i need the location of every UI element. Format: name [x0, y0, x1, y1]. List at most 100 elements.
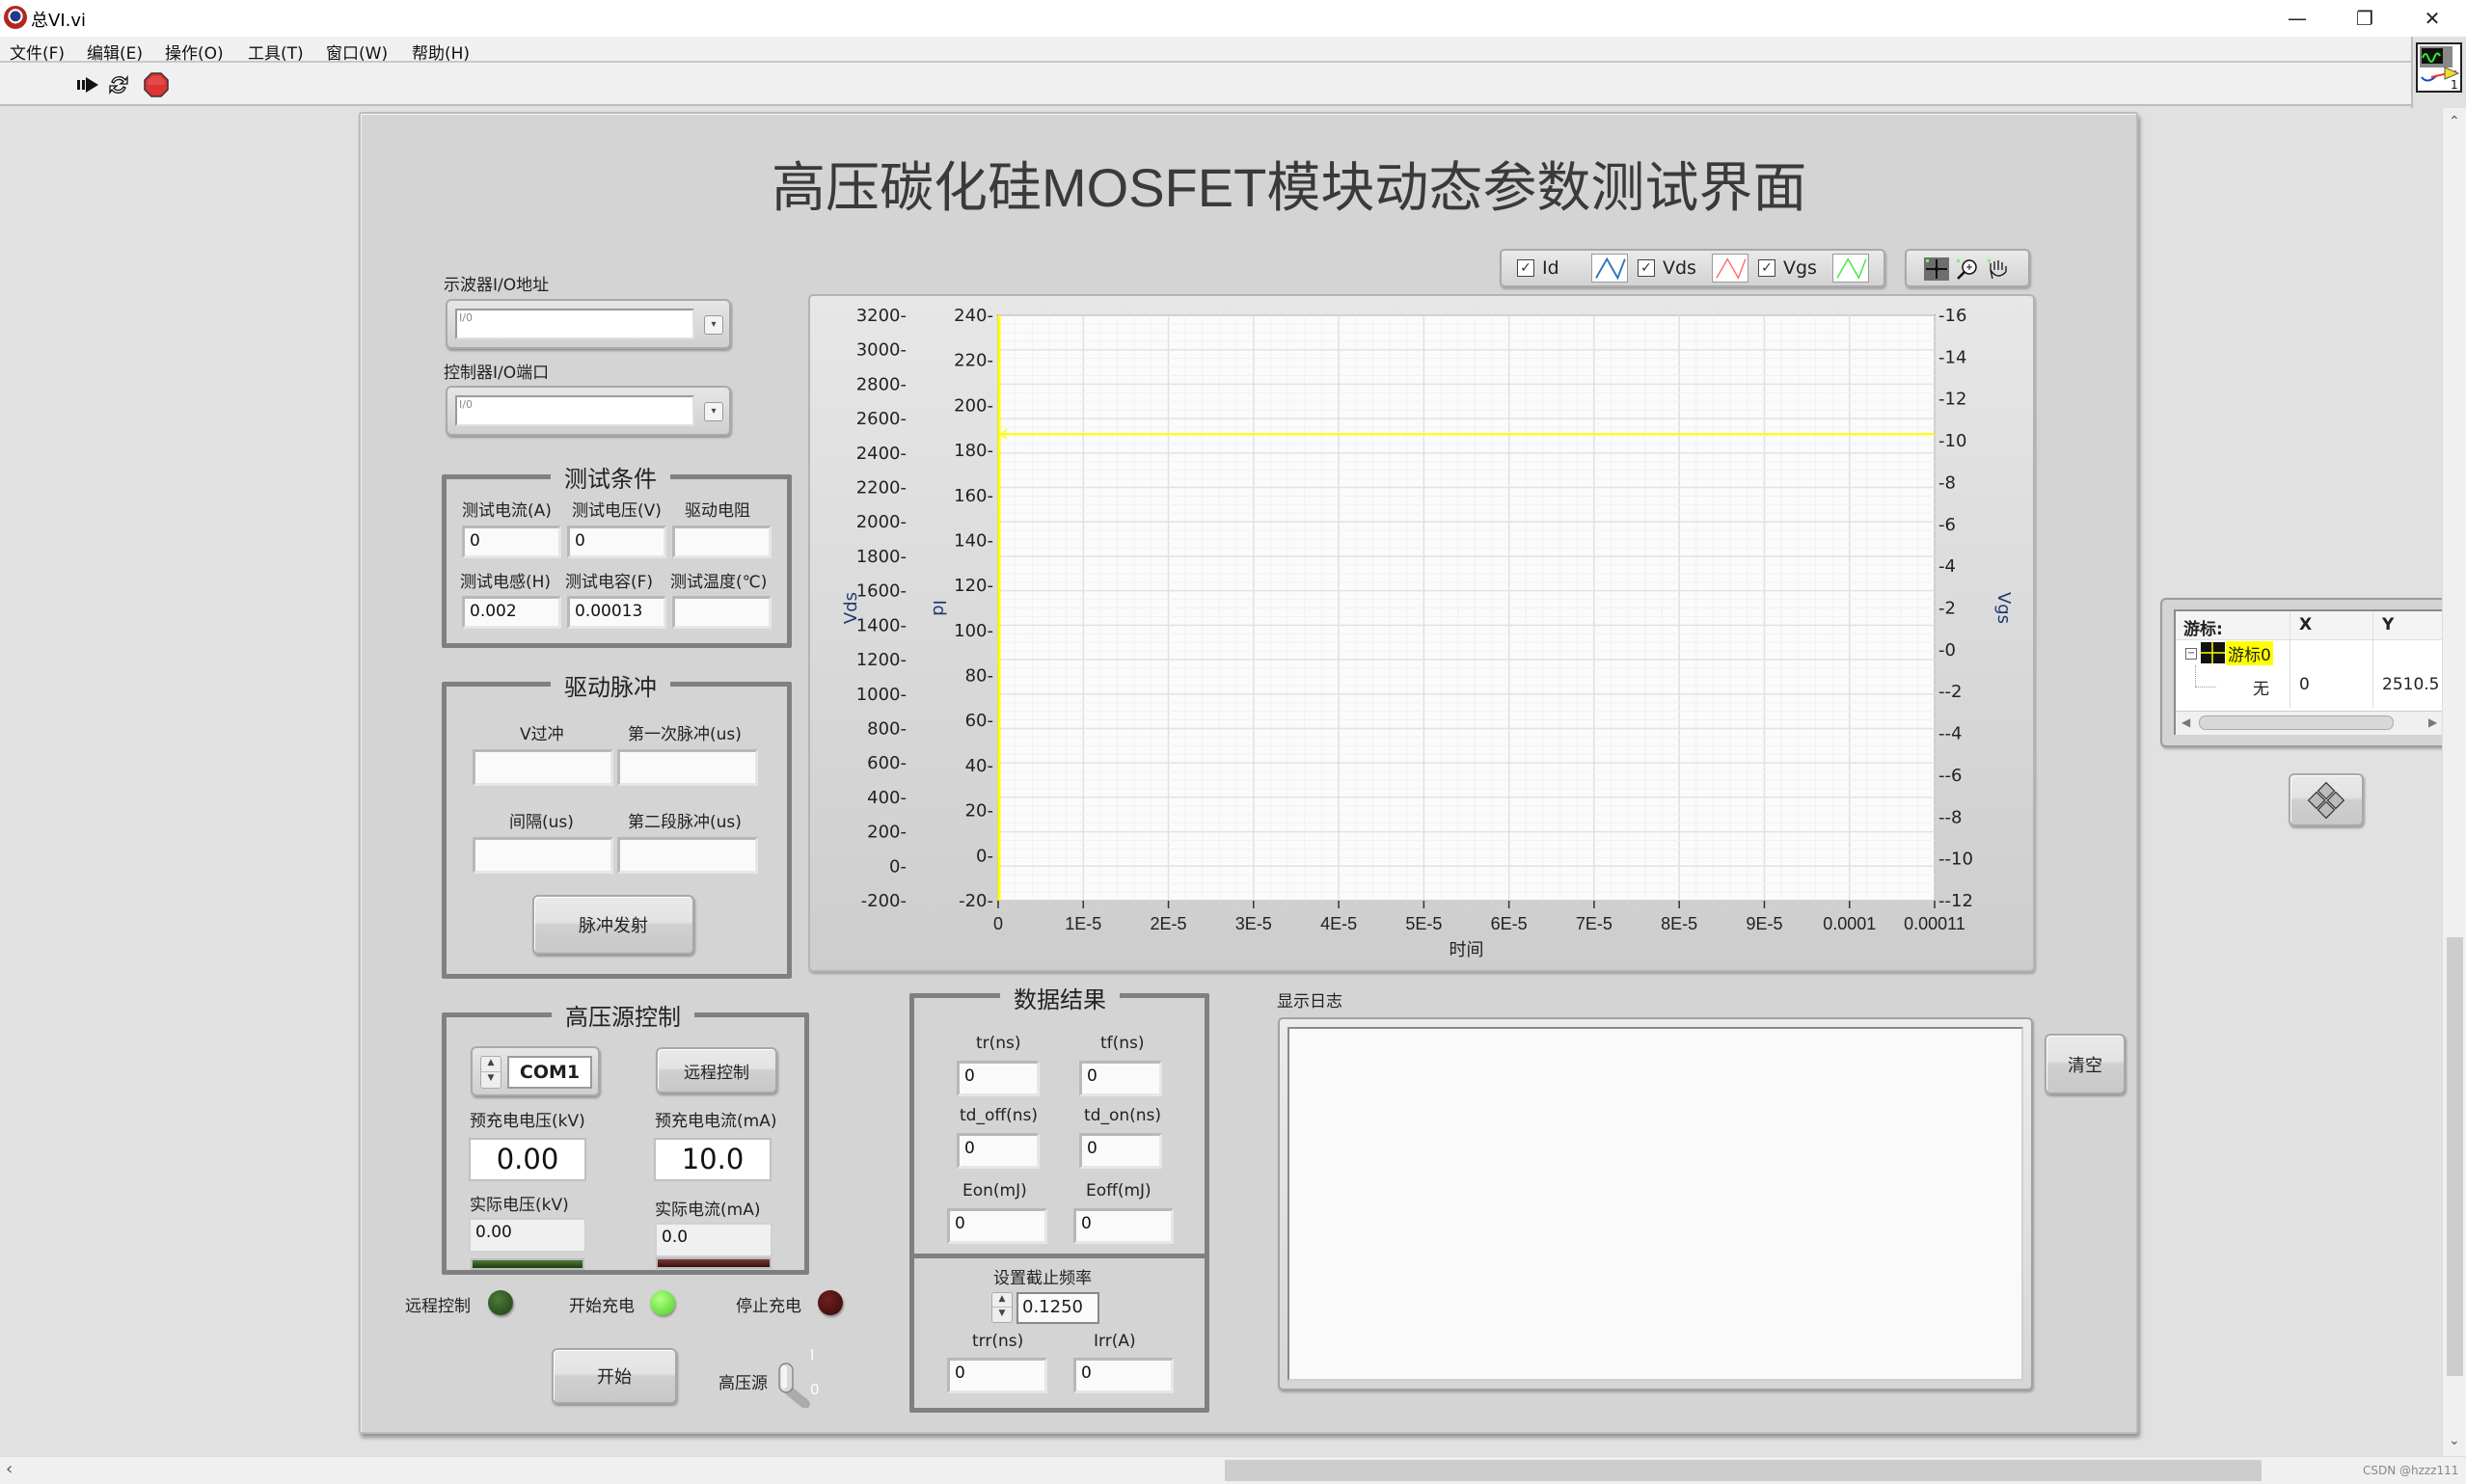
minimize-button[interactable]: — — [2263, 0, 2331, 37]
hv-source-toggle-switch[interactable] — [776, 1360, 815, 1408]
com-port-value[interactable]: COM1 — [507, 1056, 592, 1089]
waveform-graph[interactable]: 3200- 3000- 2800- 2600- 2400- 2200- 2000- 1800-… — [808, 294, 2035, 972]
collapse-tree-icon[interactable]: − — [2185, 648, 2197, 660]
vertical-scrollbar[interactable]: ⌃ ⌄ — [2442, 108, 2466, 1456]
v-overshoot-input[interactable] — [473, 749, 613, 786]
io-resource-icon: I/0 — [459, 398, 473, 411]
scope-io-address-select[interactable]: I/0 ▾ — [446, 299, 731, 349]
eoff-value: 0 — [1073, 1208, 1174, 1244]
td-on-label: td_on(ns) — [1084, 1106, 1162, 1125]
menu-operate[interactable]: 操作(O) — [165, 40, 224, 64]
y-tick-label-vds: 1400- — [856, 615, 907, 635]
com-port-ring[interactable]: ▲ ▼ COM1 — [471, 1046, 600, 1096]
legend-id-line-icon[interactable] — [1591, 254, 1628, 283]
menu-edit[interactable]: 编辑(E) — [87, 40, 143, 64]
menu-file[interactable]: 文件(F) — [10, 40, 65, 64]
test-conditions-title: 测试条件 — [551, 460, 670, 494]
first-pulse-input[interactable] — [617, 749, 758, 786]
test-capacitance-input[interactable]: 0.00013 — [567, 596, 666, 629]
drive-resistance-input[interactable] — [672, 526, 772, 558]
precharge-voltage-input[interactable]: 0.00 — [469, 1138, 586, 1181]
increment-arrow-icon[interactable]: ▲ — [481, 1057, 501, 1072]
cursor-movement-button[interactable] — [2289, 773, 2364, 826]
v-overshoot-label: V过冲 — [520, 725, 564, 744]
cutoff-frequency-input[interactable]: 0.1250 — [1016, 1292, 1099, 1324]
x-tick-label: 0.0001 — [1823, 914, 1876, 933]
legend-vgs-checkbox[interactable]: ✓ — [1758, 259, 1775, 277]
scroll-left-icon[interactable]: ◀ — [2181, 715, 2190, 729]
increment-arrow-icon[interactable]: ▲ — [992, 1293, 1012, 1308]
menu-help[interactable]: 帮助(H) — [412, 40, 470, 64]
legend-vds-line-icon[interactable] — [1712, 254, 1748, 283]
actual-voltage-label: 实际电压(kV) — [470, 1196, 569, 1215]
menu-window[interactable]: 窗口(W) — [326, 40, 388, 64]
remote-control-button[interactable]: 远程控制 — [656, 1047, 777, 1093]
scroll-left-icon[interactable]: ‹ — [6, 1459, 13, 1479]
y-tick-label-id: 240- — [954, 306, 993, 326]
cursor-crosshair-icon[interactable] — [2201, 642, 2225, 663]
hv-switch-label: 高压源 — [718, 1374, 768, 1393]
x-tick-label: 7E-5 — [1576, 914, 1612, 933]
legend-id-checkbox[interactable]: ✓ — [1517, 259, 1534, 277]
controller-io-port-select[interactable]: I/0 ▾ — [446, 386, 731, 436]
test-current-input[interactable]: 0 — [462, 526, 561, 558]
y-tick-label-id: -20- — [959, 891, 993, 911]
test-capacitance-label: 测试电容(F) — [565, 573, 654, 592]
second-pulse-input[interactable] — [617, 837, 758, 874]
scope-io-label: 示波器I/O地址 — [444, 276, 550, 295]
cutoff-frequency-label: 设置截止频率 — [993, 1269, 1092, 1288]
dropdown-arrow-icon[interactable]: ▾ — [704, 315, 723, 335]
com-port-spinner[interactable]: ▲ ▼ — [480, 1056, 501, 1089]
interval-input[interactable] — [473, 837, 613, 874]
pan-hand-tool-icon[interactable] — [1986, 257, 2011, 281]
plot-legend: ✓ Id ✓ Vds ✓ Vgs — [1500, 249, 1885, 287]
tr-label: tr(ns) — [976, 1034, 1021, 1053]
test-temperature-input[interactable] — [672, 596, 772, 629]
cursor-move-tool-icon[interactable] — [1924, 257, 1949, 281]
vertical-scroll-thumb[interactable] — [2447, 937, 2463, 1376]
close-button[interactable]: ✕ — [2398, 0, 2466, 37]
horizontal-scroll-thumb[interactable] — [1225, 1460, 2262, 1481]
restore-button[interactable]: ❐ — [2331, 0, 2398, 37]
legend-vds-checkbox[interactable]: ✓ — [1638, 259, 1655, 277]
scroll-up-icon[interactable]: ⌃ — [2449, 114, 2460, 129]
decrement-arrow-icon[interactable]: ▼ — [992, 1308, 1012, 1322]
td-off-value: 0 — [957, 1133, 1040, 1169]
dropdown-arrow-icon[interactable]: ▾ — [704, 402, 723, 421]
clear-log-button[interactable]: 清空 — [2045, 1034, 2126, 1094]
test-inductance-label: 测试电感(H) — [460, 573, 552, 592]
start-button[interactable]: 开始 — [552, 1348, 677, 1404]
y-tick-label-vds: 600- — [867, 753, 907, 773]
run-arrow-icon[interactable] — [75, 72, 100, 97]
waveform-graph-svg[interactable]: 3200- 3000- 2800- 2600- 2400- 2200- 2000- 1800-… — [810, 296, 2037, 974]
cursor-name[interactable]: 游标0 — [2226, 641, 2273, 665]
scroll-right-icon[interactable]: ▶ — [2428, 715, 2437, 729]
y-tick-label-vgs: --2 — [1938, 682, 1962, 702]
toolbar-divider — [2411, 37, 2413, 108]
cursor-header-x: X — [2299, 615, 2313, 634]
pulse-fire-button[interactable]: 脉冲发射 — [532, 895, 694, 955]
cursor-x-value[interactable]: 0 — [2299, 675, 2310, 694]
run-continuously-icon[interactable] — [106, 72, 131, 97]
zoom-tool-icon[interactable] — [1955, 257, 1980, 281]
cutoff-frequency-spinner[interactable]: ▲ ▼ — [991, 1292, 1013, 1323]
test-inductance-input[interactable]: 0.002 — [462, 596, 561, 629]
y-tick-label-vgs: --10 — [1938, 850, 1973, 870]
log-textarea[interactable] — [1287, 1027, 2023, 1381]
horizontal-scrollbar[interactable]: ‹ CSDN @hzzz111 — [0, 1456, 2466, 1484]
test-voltage-input[interactable]: 0 — [567, 526, 666, 558]
scroll-down-icon[interactable]: ⌄ — [2449, 1433, 2460, 1448]
cursor-y-value[interactable]: 2510.5 — [2382, 675, 2439, 694]
vi-connector-icon[interactable]: 1 — [2416, 42, 2462, 93]
test-temperature-label: 测试温度(℃) — [670, 573, 768, 592]
decrement-arrow-icon[interactable]: ▼ — [481, 1072, 501, 1088]
start-charge-indicator-led — [650, 1290, 675, 1315]
precharge-current-input[interactable]: 10.0 — [654, 1138, 772, 1181]
y-tick-label-id: 180- — [954, 441, 993, 461]
cursor-table-hscrollbar[interactable]: ◀ ▶ — [2176, 711, 2466, 735]
legend-vgs-line-icon[interactable] — [1832, 254, 1869, 283]
menu-tools[interactable]: 工具(T) — [248, 40, 304, 64]
abort-stop-icon[interactable] — [143, 71, 170, 98]
start-charge-indicator-label: 开始充电 — [569, 1297, 635, 1316]
y-tick-label-vds: 1600- — [856, 581, 907, 602]
